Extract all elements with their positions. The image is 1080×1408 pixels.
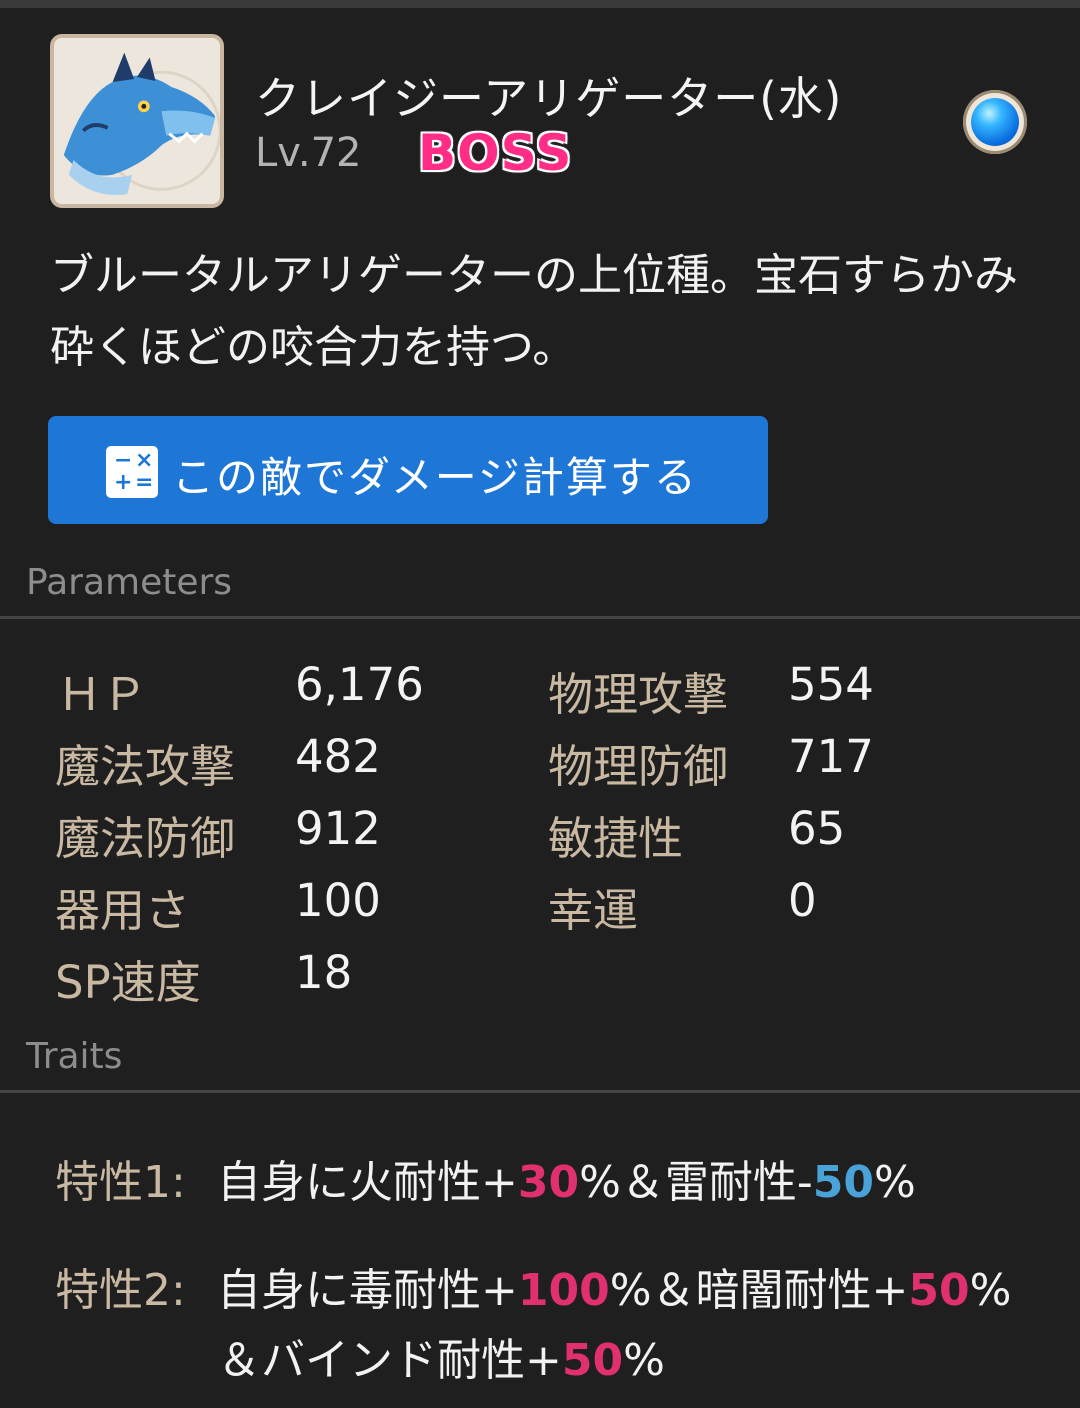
monster-portrait	[50, 34, 224, 208]
param-value-dexterity: 100	[295, 874, 381, 927]
trait-value-positive: 30	[517, 1157, 580, 1208]
damage-calc-label: この敵でダメージ計算する	[172, 453, 698, 502]
trait-2-text-line-1: 自身に毒耐性+100%＆暗闇耐性+50%	[217, 1254, 1011, 1318]
trait-value-positive: 50	[908, 1265, 970, 1316]
top-divider	[0, 0, 1080, 8]
trait-2-text-line-2: ＆バインド耐性+50%	[217, 1324, 665, 1388]
trait-value-positive: 50	[561, 1335, 624, 1386]
element-orb-gem	[971, 98, 1019, 146]
param-label-hp: ＨＰ	[57, 668, 148, 721]
trait-value-positive: 100	[517, 1265, 610, 1316]
alligator-illustration	[54, 38, 220, 204]
param-label-sp-speed: SP速度	[55, 956, 201, 1009]
param-value-magic-defense: 912	[295, 802, 381, 855]
trait-text-segment: %	[623, 1335, 665, 1386]
trait-text-segment: %	[969, 1265, 1012, 1316]
trait-text-segment: %	[874, 1157, 916, 1208]
calculator-icon: − × + =	[106, 446, 158, 498]
param-label-luck: 幸運	[548, 884, 639, 937]
boss-badge: BOSS	[418, 124, 573, 182]
param-value-physical-defense: 717	[788, 730, 874, 783]
param-value-hp: 6,176	[295, 658, 424, 711]
param-label-physical-attack: 物理攻撃	[548, 668, 729, 721]
parameters-heading: Parameters	[26, 562, 233, 603]
trait-value-negative: 50	[812, 1157, 875, 1208]
param-value-physical-attack: 554	[788, 658, 874, 711]
traits-heading: Traits	[26, 1036, 123, 1077]
param-value-magic-attack: 482	[295, 730, 381, 783]
trait-text-segment: %＆暗闇耐性+	[609, 1265, 909, 1316]
trait-text-segment: 自身に毒耐性+	[217, 1265, 518, 1316]
trait-text-segment: %＆雷耐性-	[579, 1157, 813, 1208]
param-label-magic-attack: 魔法攻撃	[55, 740, 236, 793]
param-value-agility: 65	[788, 802, 846, 855]
trait-1-text: 自身に火耐性+30%＆雷耐性-50%	[217, 1146, 916, 1210]
damage-calc-button[interactable]: − × + = この敵でダメージ計算する	[48, 416, 768, 524]
traits-divider	[0, 1090, 1080, 1093]
monster-level: Lv.72	[255, 130, 362, 176]
param-value-sp-speed: 18	[295, 946, 353, 999]
water-element-icon	[963, 90, 1027, 154]
monster-name: クレイジーアリゲーター(水)	[255, 72, 843, 125]
trait-text-segment: 自身に火耐性+	[217, 1157, 518, 1208]
param-label-dexterity: 器用さ	[55, 884, 191, 937]
param-label-magic-defense: 魔法防御	[55, 812, 236, 865]
trait-1-label: 特性1:	[55, 1157, 186, 1208]
param-value-luck: 0	[788, 874, 817, 927]
param-label-physical-defense: 物理防御	[548, 740, 729, 793]
trait-2-label: 特性2:	[55, 1265, 186, 1316]
parameters-divider	[0, 616, 1080, 619]
param-label-agility: 敏捷性	[548, 812, 684, 865]
trait-text-segment: ＆バインド耐性+	[217, 1335, 562, 1386]
monster-description: ブルータルアリゲーターの上位種。宝石すらかみ砕くほどの咬合力を持つ。	[50, 250, 1018, 373]
